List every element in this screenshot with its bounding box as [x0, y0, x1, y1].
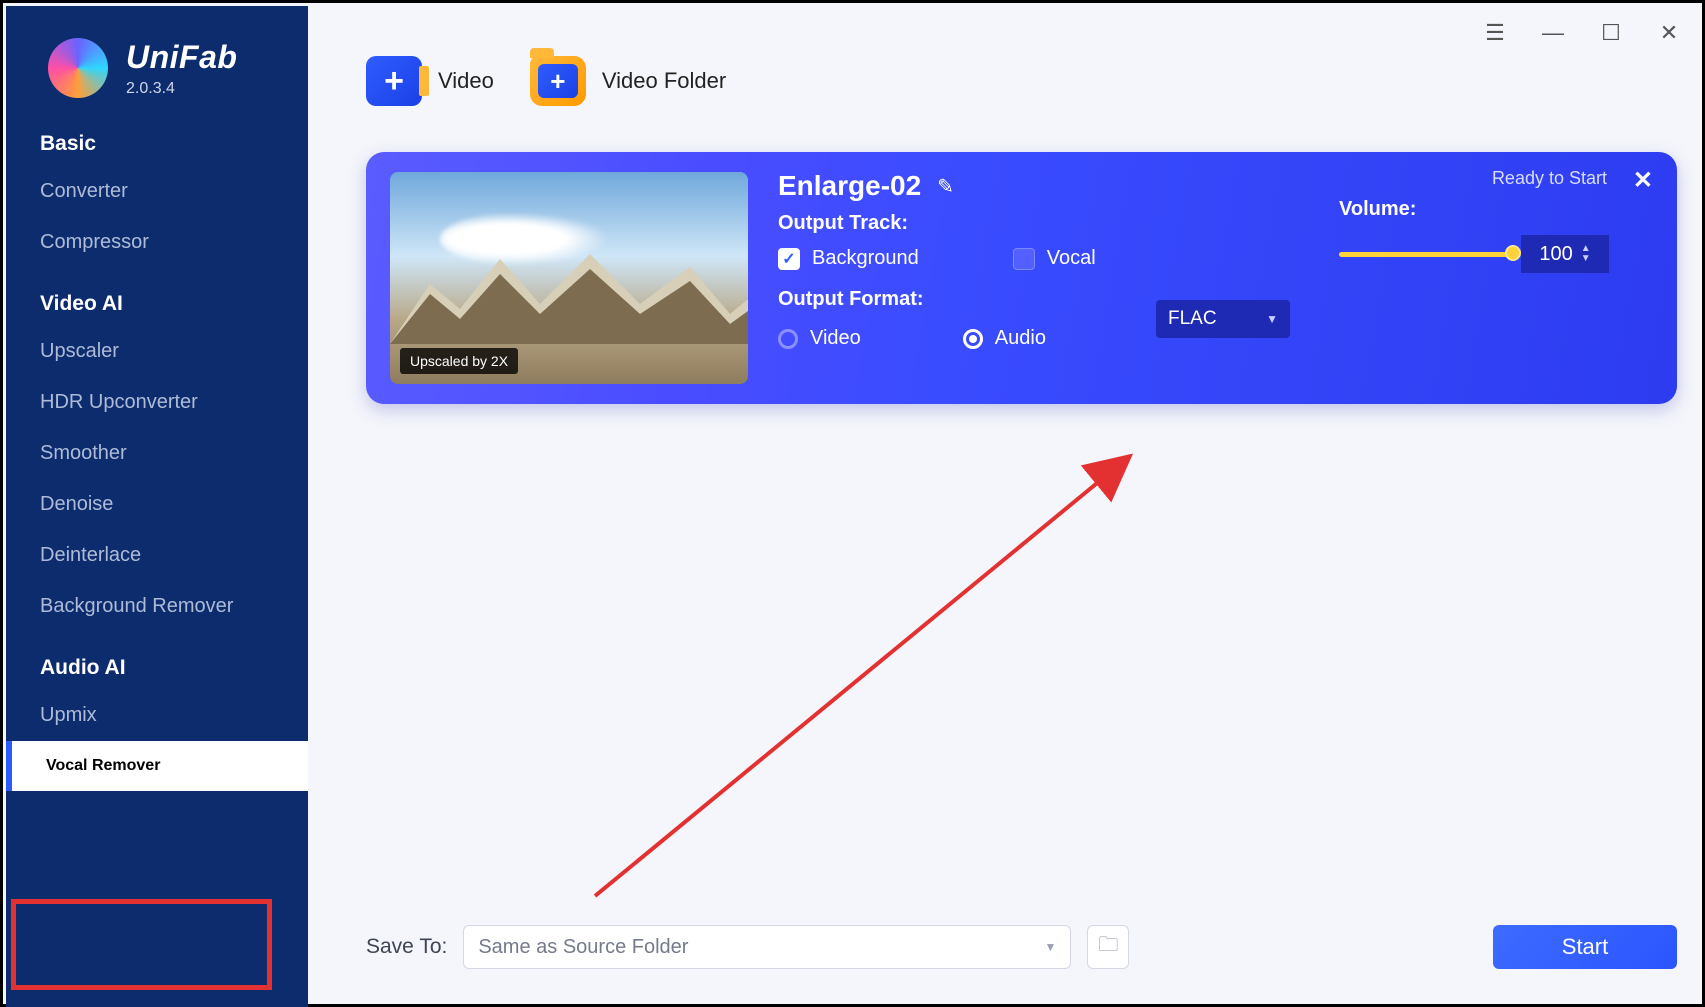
- folder-icon: 🗀: [1098, 930, 1118, 964]
- format-video-label: Video: [810, 327, 861, 350]
- annotation-highlight: [11, 899, 272, 990]
- bottom-bar: Save To: Same as Source Folder ▼ 🗀: [366, 925, 1677, 969]
- volume-slider[interactable]: [1339, 250, 1515, 258]
- thumbnail-mountain-icon: [390, 249, 748, 344]
- track-vocal-checkbox[interactable]: Vocal: [1013, 247, 1096, 270]
- minimize-icon[interactable]: —: [1539, 20, 1567, 46]
- sidebar-item-smoother[interactable]: Smoother: [6, 428, 308, 479]
- logo-icon: [48, 38, 108, 98]
- audio-format-dropdown[interactable]: FLAC ▼: [1156, 300, 1290, 338]
- add-video-folder-label: Video Folder: [602, 68, 726, 94]
- dropdown-caret-icon: ▼: [1044, 940, 1056, 954]
- format-video-radio[interactable]: Video: [778, 327, 861, 350]
- slider-track-icon: [1339, 252, 1515, 257]
- sidebar-section-video-ai: Video AI: [6, 268, 308, 326]
- sidebar-item-background-remover[interactable]: Background Remover: [6, 581, 308, 632]
- window-controls: ☰ — ☐ ✕: [1481, 20, 1683, 46]
- volume-value: 100: [1539, 243, 1572, 266]
- sidebar-item-compressor[interactable]: Compressor: [6, 217, 308, 268]
- volume-label: Volume:: [1339, 198, 1649, 221]
- sidebar: UniFab 2.0.3.4 Basic Converter Compresso…: [6, 6, 308, 1007]
- add-video-folder-icon: +: [530, 56, 586, 106]
- start-label: Start: [1562, 934, 1608, 960]
- annotation-arrow-icon: [590, 438, 1150, 908]
- track-background-label: Background: [812, 247, 919, 270]
- app-name: UniFab: [126, 39, 237, 76]
- edit-title-icon[interactable]: ✎: [937, 174, 954, 199]
- add-video-label: Video: [438, 68, 494, 94]
- track-vocal-label: Vocal: [1047, 247, 1096, 270]
- add-video-icon: +: [366, 56, 422, 106]
- menu-icon[interactable]: ☰: [1481, 20, 1509, 46]
- sidebar-item-hdr-upconverter[interactable]: HDR Upconverter: [6, 377, 308, 428]
- start-button[interactable]: Start: [1493, 925, 1677, 969]
- app-logo: UniFab 2.0.3.4: [6, 6, 308, 108]
- slider-thumb-icon: [1505, 245, 1521, 261]
- checkbox-empty-icon: [1013, 248, 1035, 270]
- sidebar-section-audio-ai: Audio AI: [6, 632, 308, 690]
- save-to-value: Same as Source Folder: [478, 936, 688, 959]
- sidebar-item-upscaler[interactable]: Upscaler: [6, 326, 308, 377]
- sidebar-item-deinterlace[interactable]: Deinterlace: [6, 530, 308, 581]
- chevron-down-icon: ▼: [1581, 254, 1591, 264]
- video-thumbnail[interactable]: Upscaled by 2X: [390, 172, 748, 384]
- sidebar-item-denoise[interactable]: Denoise: [6, 479, 308, 530]
- thumbnail-badge: Upscaled by 2X: [400, 348, 518, 374]
- close-icon[interactable]: ✕: [1655, 20, 1683, 46]
- format-audio-label: Audio: [995, 327, 1046, 350]
- dropdown-caret-icon: ▼: [1266, 312, 1278, 326]
- app-version: 2.0.3.4: [126, 80, 237, 98]
- task-title: Enlarge-02: [778, 170, 921, 202]
- sidebar-item-converter[interactable]: Converter: [6, 166, 308, 217]
- sidebar-section-basic: Basic: [6, 108, 308, 166]
- main-panel: ☰ — ☐ ✕ + Video + Video Folder Ready to …: [310, 6, 1699, 1001]
- radio-off-icon: [778, 329, 798, 349]
- audio-format-value: FLAC: [1168, 308, 1217, 330]
- save-to-dropdown[interactable]: Same as Source Folder ▼: [463, 925, 1071, 969]
- task-card: Ready to Start ✕ Upscaled by 2X Enlarge-…: [366, 152, 1677, 404]
- volume-value-box[interactable]: 100 ▲▼: [1521, 235, 1609, 273]
- browse-folder-button[interactable]: 🗀: [1087, 925, 1129, 969]
- check-icon: ✓: [778, 248, 800, 270]
- volume-spinner[interactable]: ▲▼: [1581, 244, 1591, 264]
- add-video-folder-button[interactable]: + Video Folder: [530, 56, 726, 106]
- track-background-checkbox[interactable]: ✓ Background: [778, 247, 919, 270]
- volume-group: Volume: 100 ▲▼: [1339, 198, 1649, 273]
- format-audio-radio[interactable]: Audio: [963, 327, 1046, 350]
- app-window: UniFab 2.0.3.4 Basic Converter Compresso…: [0, 0, 1705, 1007]
- sidebar-item-upmix[interactable]: Upmix: [6, 690, 308, 741]
- sidebar-item-vocal-remover[interactable]: Vocal Remover: [6, 741, 308, 791]
- radio-on-icon: [963, 329, 983, 349]
- maximize-icon[interactable]: ☐: [1597, 20, 1625, 46]
- save-to-label: Save To:: [366, 935, 447, 959]
- add-video-button[interactable]: + Video: [366, 56, 494, 106]
